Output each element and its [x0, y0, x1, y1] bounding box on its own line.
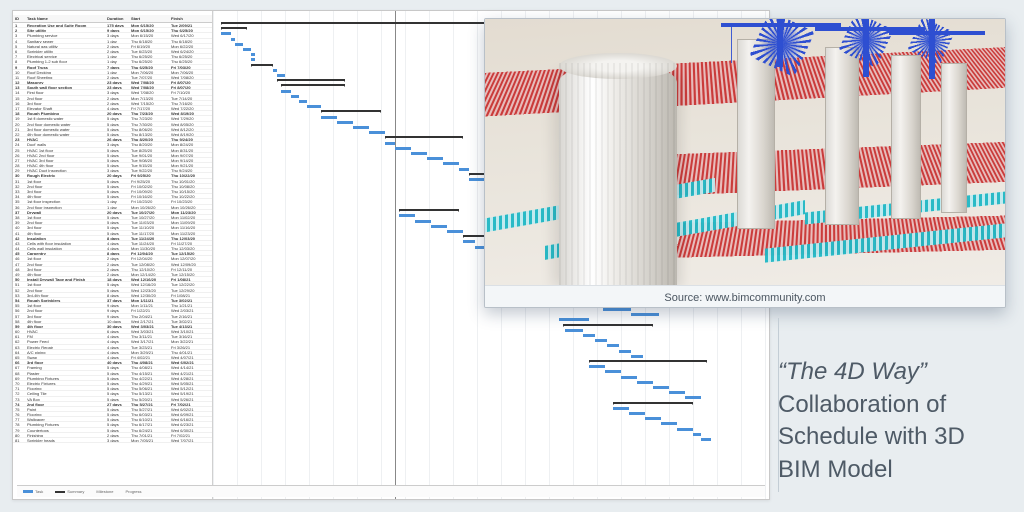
- task-bar: [583, 334, 595, 337]
- caption-block: “The 4D Way” Collaboration of Schedule w…: [778, 356, 1004, 486]
- task-bar: [299, 100, 307, 103]
- task-bar: [427, 157, 443, 160]
- task-bar: [631, 355, 643, 358]
- task-bar: [251, 58, 255, 61]
- bim-render-card: Source: www.bimcommunity.com: [484, 18, 1006, 308]
- task-table: ID Task Name Duration Start Finish 1Rece…: [13, 11, 213, 499]
- col-start: Start: [129, 16, 169, 21]
- summary-bar: [277, 79, 345, 81]
- caption-line: Schedule with 3D: [778, 421, 1004, 453]
- task-bar: [669, 391, 685, 394]
- task-bar: [701, 438, 711, 441]
- task-bar: [463, 240, 475, 243]
- summary-bar: [281, 84, 345, 86]
- bim-render-scene: [485, 19, 1005, 285]
- task-bar: [661, 422, 677, 425]
- legend-summary: Summary: [67, 489, 84, 494]
- col-name: Task Name: [25, 16, 105, 21]
- task-bar: [447, 230, 463, 233]
- concrete-column: [891, 55, 921, 219]
- summary-bar: [589, 360, 707, 362]
- task-bar: [677, 428, 693, 431]
- col-end: Finish: [169, 16, 209, 21]
- task-bar: [395, 147, 411, 150]
- summary-bar: [221, 27, 247, 29]
- task-bar: [251, 53, 255, 56]
- task-bar: [637, 381, 653, 384]
- task-bar: [653, 386, 669, 389]
- task-bar: [631, 313, 659, 316]
- legend-task: Task: [35, 489, 43, 494]
- task-bar: [291, 95, 299, 98]
- task-bar: [273, 69, 277, 72]
- concrete-column: [737, 39, 775, 229]
- task-bar: [469, 178, 485, 181]
- task-bar: [353, 126, 369, 129]
- task-bar: [619, 350, 631, 353]
- summary-bar: [563, 324, 653, 326]
- task-bar: [605, 370, 621, 373]
- task-bar: [243, 48, 251, 51]
- task-bar: [559, 318, 589, 321]
- task-bar: [431, 225, 447, 228]
- task-bar: [613, 407, 629, 410]
- render-source-label: Source: www.bimcommunity.com: [485, 285, 1005, 308]
- task-bar: [443, 162, 459, 165]
- large-column-pipe: [559, 63, 677, 285]
- task-bar: [589, 365, 605, 368]
- task-bar: [221, 32, 231, 35]
- task-bar: [235, 43, 243, 46]
- summary-bar: [399, 209, 459, 211]
- task-bar: [565, 329, 583, 332]
- task-bar: [595, 339, 607, 342]
- concrete-column: [941, 63, 967, 213]
- task-bar: [231, 38, 235, 41]
- summary-bar: [385, 136, 463, 138]
- concrete-column: [825, 47, 859, 225]
- task-bar: [337, 121, 353, 124]
- caption-title: “The 4D Way”: [778, 356, 1004, 388]
- table-row: 81Sprinkler heads3 daysMon 7/05/21Wed 7/…: [13, 438, 212, 443]
- task-bar: [685, 396, 701, 399]
- task-bar: [277, 74, 285, 77]
- col-id: ID: [13, 16, 25, 21]
- task-bar: [693, 433, 701, 436]
- task-table-header: ID Task Name Duration Start Finish: [13, 15, 212, 23]
- crane-cable: [731, 23, 732, 63]
- gantt-legend: Task Summary Milestone Progress: [17, 485, 765, 497]
- task-bar: [607, 344, 619, 347]
- task-bar: [321, 116, 337, 119]
- task-bar: [399, 214, 415, 217]
- task-bar: [621, 376, 637, 379]
- task-bar: [411, 152, 427, 155]
- caption-line: Collaboration of: [778, 389, 1004, 421]
- summary-bar: [321, 110, 381, 112]
- task-bar: [385, 142, 395, 145]
- legend-progress: Progress: [125, 489, 141, 494]
- col-dur: Duration: [105, 16, 129, 21]
- today-line: [395, 11, 396, 499]
- task-bar: [459, 168, 469, 171]
- task-bar: [307, 105, 321, 108]
- task-bar: [645, 417, 661, 420]
- task-bar: [369, 131, 385, 134]
- summary-bar: [613, 402, 693, 404]
- task-bar: [603, 308, 631, 311]
- legend-milestone: Milestone: [96, 489, 113, 494]
- task-bar: [629, 412, 645, 415]
- caption-line: BIM Model: [778, 454, 1004, 486]
- summary-bar: [251, 64, 273, 66]
- task-bar: [415, 220, 431, 223]
- task-bar: [281, 90, 291, 93]
